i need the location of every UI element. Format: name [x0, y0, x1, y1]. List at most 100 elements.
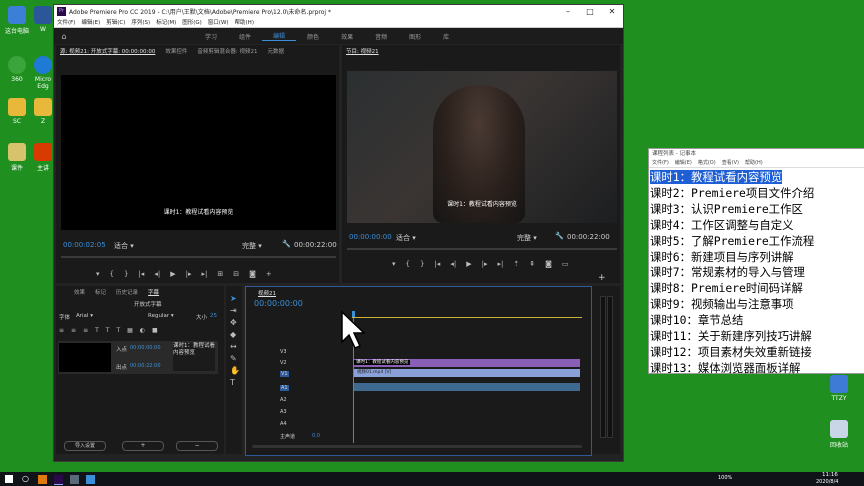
- insert-icon[interactable]: ⊞: [217, 270, 223, 278]
- compare-icon[interactable]: ▭: [562, 260, 569, 268]
- overwrite-icon[interactable]: ⊟: [233, 270, 239, 278]
- notepad-text-area[interactable]: 课时1：教程试看内容预览 课时2：Premiere项目文件介绍 课时3：认识Pr…: [649, 168, 864, 379]
- tab-audio-mixer[interactable]: 音频剪辑混合器: 视频21: [197, 47, 257, 55]
- lesson-line[interactable]: 课时1：教程试看内容预览: [650, 170, 863, 186]
- minimize-button[interactable]: –: [557, 7, 579, 16]
- tab-effects[interactable]: 效果: [74, 288, 85, 296]
- lesson-line[interactable]: 课时12：项目素材失效重新链接: [650, 345, 863, 361]
- font-size-value[interactable]: 25: [210, 313, 217, 319]
- start-button[interactable]: [5, 475, 13, 483]
- taskbar-app-icon[interactable]: [70, 475, 79, 484]
- step-forward-icon[interactable]: |▸: [186, 270, 192, 278]
- workspace-audio[interactable]: 音频: [364, 32, 398, 41]
- workspace-assembly[interactable]: 组件: [228, 32, 262, 41]
- font-style-dropdown[interactable]: Regular ▾: [148, 313, 174, 319]
- desktop-icon-sc[interactable]: SC: [0, 98, 34, 125]
- track-v2-label[interactable]: V2: [280, 360, 287, 366]
- desktop-icon-z[interactable]: Z: [34, 98, 52, 125]
- text-italic-icon[interactable]: T: [106, 327, 110, 334]
- menu-graphics[interactable]: 图形(G): [182, 18, 202, 26]
- camera-icon[interactable]: ◙: [249, 270, 256, 278]
- in-timecode[interactable]: 00:00:00:00: [130, 345, 161, 351]
- workspace-libraries[interactable]: 库: [432, 32, 460, 41]
- menu-sequence[interactable]: 序列(S): [131, 18, 150, 26]
- align-center-icon[interactable]: ≡: [71, 327, 76, 334]
- tab-effect-controls[interactable]: 效果控件: [165, 47, 187, 55]
- desktop-icon-360[interactable]: 360: [0, 56, 34, 83]
- ripple-edit-tool-icon[interactable]: ✥: [230, 318, 237, 327]
- background-icon[interactable]: ◐: [140, 327, 145, 334]
- remove-caption-button[interactable]: −: [176, 441, 218, 451]
- track-a1-label[interactable]: A1: [280, 385, 289, 391]
- notepad-menu-file[interactable]: 文件(F): [652, 159, 669, 167]
- desktop-icon-word[interactable]: W: [34, 6, 52, 33]
- track-v1-label[interactable]: V1: [280, 371, 289, 377]
- lesson-line[interactable]: 课时13：媒体浏览器面板详解: [650, 361, 863, 377]
- track-select-tool-icon[interactable]: ⇥: [230, 306, 237, 315]
- slip-tool-icon[interactable]: ↔: [230, 342, 237, 351]
- step-back-icon[interactable]: ◂|: [450, 260, 456, 268]
- taskbar-app-icon[interactable]: [38, 475, 47, 484]
- text-icon[interactable]: T: [95, 327, 99, 334]
- go-to-out-icon[interactable]: ▸|: [201, 270, 207, 278]
- source-timecode[interactable]: 00:00:02:05: [63, 241, 106, 249]
- position-icon[interactable]: ▦: [127, 327, 133, 334]
- source-quality-dropdown[interactable]: 完整 ▾: [242, 241, 262, 251]
- work-area-bar[interactable]: [352, 317, 582, 318]
- tab-markers[interactable]: 标记: [95, 288, 106, 296]
- track-a3-label[interactable]: A3: [280, 409, 287, 415]
- desktop-icon-recycle-bin[interactable]: 回收站: [821, 420, 857, 449]
- lesson-line[interactable]: 课时3：认识Premiere工作区: [650, 202, 863, 218]
- marker-icon[interactable]: ▾: [392, 260, 396, 268]
- mark-in-icon[interactable]: {: [110, 270, 114, 278]
- lesson-line[interactable]: 课时8：Premiere时间码详解: [650, 281, 863, 297]
- menu-file[interactable]: 文件(F): [57, 18, 75, 26]
- lift-icon[interactable]: ⇡: [513, 260, 519, 268]
- clock-time[interactable]: 11:16: [822, 472, 838, 478]
- play-icon[interactable]: ▶: [170, 270, 175, 278]
- taskbar-premiere-icon[interactable]: [54, 475, 63, 485]
- menu-help[interactable]: 帮助(H): [235, 18, 254, 26]
- maximize-button[interactable]: □: [579, 7, 601, 16]
- add-button-icon[interactable]: +: [266, 270, 272, 278]
- lesson-line[interactable]: 课时5：了解Premiere工作流程: [650, 234, 863, 250]
- menu-window[interactable]: 窗口(W): [208, 18, 229, 26]
- tab-sequence[interactable]: 视频21: [258, 289, 276, 297]
- pen-tool-icon[interactable]: ✎: [230, 354, 237, 363]
- workspace-editing[interactable]: 编辑: [262, 31, 297, 41]
- workspace-effects[interactable]: 效果: [330, 32, 364, 41]
- workspace-learn[interactable]: 学习: [194, 32, 228, 41]
- align-right-icon[interactable]: ≡: [83, 327, 88, 334]
- marker-icon[interactable]: ▾: [96, 270, 100, 278]
- lesson-line[interactable]: 课时2：Premiere项目文件介绍: [650, 186, 863, 202]
- workspace-graphics[interactable]: 图形: [398, 32, 432, 41]
- caption-clip[interactable]: 课时1：教程试看内容预览: [354, 359, 580, 367]
- go-to-in-icon[interactable]: |◂: [138, 270, 144, 278]
- home-icon[interactable]: ⌂: [54, 32, 74, 41]
- battery-indicator[interactable]: 100%: [718, 475, 732, 481]
- selection-tool-icon[interactable]: ➤: [230, 294, 237, 303]
- track-a4-label[interactable]: A4: [280, 421, 287, 427]
- step-forward-icon[interactable]: |▸: [482, 260, 488, 268]
- taskbar-search-icon[interactable]: ○: [22, 474, 29, 483]
- lesson-line[interactable]: 课时10：章节总结: [650, 313, 863, 329]
- go-to-out-icon[interactable]: ▸|: [497, 260, 503, 268]
- menu-clip[interactable]: 剪辑(C): [106, 18, 125, 26]
- desktop-icon-lesson[interactable]: 课件: [0, 143, 34, 172]
- go-to-in-icon[interactable]: |◂: [434, 260, 440, 268]
- import-settings-button[interactable]: 导入设置: [64, 441, 106, 451]
- lesson-line[interactable]: 课时9：视频输出与注意事项: [650, 297, 863, 313]
- out-timecode[interactable]: 00:00:22:00: [130, 363, 161, 369]
- camera-icon[interactable]: ◙: [545, 260, 552, 268]
- razor-tool-icon[interactable]: ◆: [230, 330, 236, 339]
- track-v3-label[interactable]: V3: [280, 349, 287, 355]
- extract-icon[interactable]: ⇞: [529, 260, 535, 268]
- program-quality-dropdown[interactable]: 完整 ▾: [517, 233, 537, 243]
- step-back-icon[interactable]: ◂|: [154, 270, 160, 278]
- tab-metadata[interactable]: 元数据: [267, 47, 284, 55]
- notepad-menu-help[interactable]: 帮助(H): [745, 159, 763, 167]
- align-left-icon[interactable]: ≡: [59, 327, 64, 334]
- taskbar-app-icon[interactable]: [86, 475, 95, 484]
- mark-out-icon[interactable]: }: [420, 260, 424, 268]
- desktop-icon-edge[interactable]: Micro Edg: [34, 56, 52, 90]
